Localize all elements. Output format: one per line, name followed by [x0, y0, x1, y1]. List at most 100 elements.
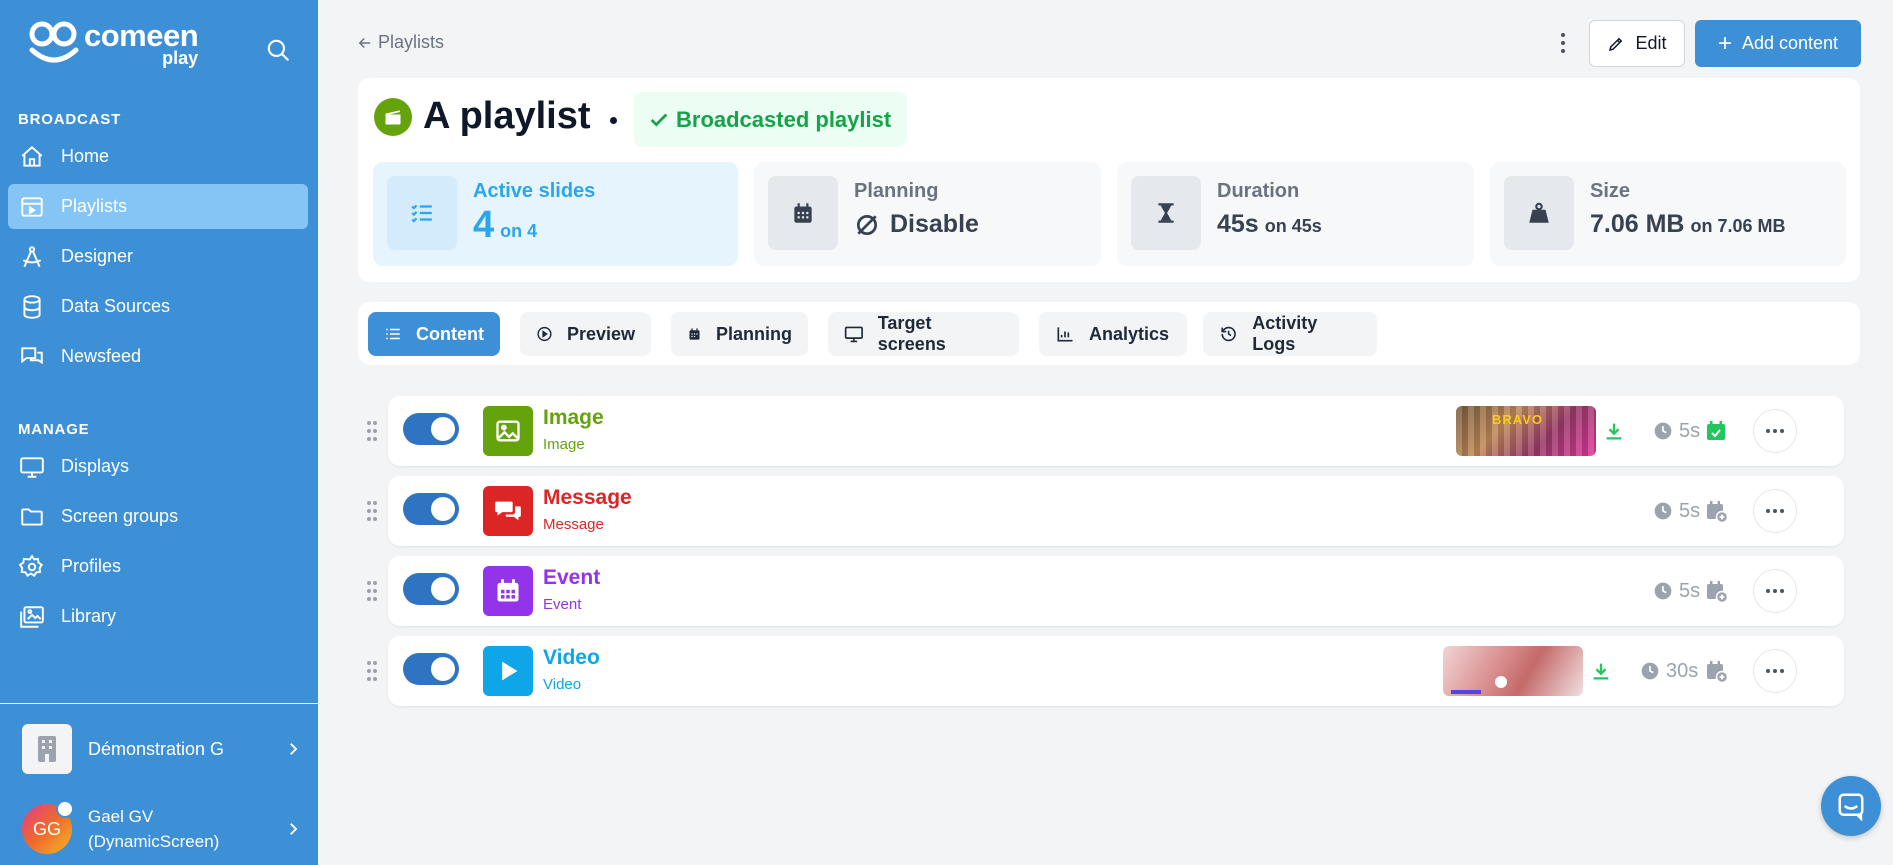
slide-row[interactable]: Event Event 5s	[358, 556, 1844, 626]
sidebar-item-displays[interactable]: Displays	[8, 444, 308, 489]
download-icon[interactable]	[1590, 660, 1612, 682]
status-badge: Broadcasted playlist	[634, 92, 908, 147]
slide-toggle[interactable]	[403, 573, 459, 605]
tab-label: Analytics	[1089, 323, 1170, 344]
add-label: Add content	[1741, 33, 1839, 53]
sidebar-item-designer[interactable]: Designer	[8, 234, 308, 279]
slide-row[interactable]: Message Message 5s	[358, 476, 1844, 546]
section-manage: MANAGE	[18, 421, 90, 438]
avatar-initials: GG	[32, 818, 61, 839]
tab-target-screens[interactable]: Target screens	[828, 312, 1019, 356]
slide-type: Message	[543, 516, 604, 533]
slide-toggle[interactable]	[403, 493, 459, 525]
organization-name: Démonstration G	[88, 738, 225, 759]
database-icon	[23, 294, 41, 319]
sidebar-item-profiles[interactable]: Profiles	[8, 544, 308, 589]
sidebar-item-newsfeed[interactable]: Newsfeed	[8, 334, 308, 379]
calendar-icon	[689, 328, 700, 340]
stat-label: Planning	[854, 180, 939, 202]
sidebar-item-playlists[interactable]: Playlists	[8, 184, 308, 229]
thumbnail-text: BRAVO	[1492, 412, 1543, 427]
drag-handle-icon[interactable]	[366, 580, 378, 602]
download-icon[interactable]	[1603, 420, 1625, 442]
slide-more-button[interactable]	[1753, 489, 1797, 533]
slide-card: Event Event 5s	[388, 556, 1844, 626]
user-company: (DynamicScreen)	[88, 832, 220, 851]
slide-duration: 5s	[1653, 576, 1700, 606]
slide-duration: 30s	[1640, 656, 1698, 686]
building-icon	[22, 724, 72, 774]
drag-handle-icon[interactable]	[366, 660, 378, 682]
slide-more-button[interactable]	[1753, 409, 1797, 453]
badge-icon	[56, 800, 74, 818]
calendar-plus-icon[interactable]	[1704, 499, 1728, 523]
add-content-button[interactable]: + Add content	[1695, 20, 1861, 67]
back-link[interactable]: Playlists	[356, 32, 444, 53]
section-broadcast: BROADCAST	[18, 111, 122, 128]
slide-toggle[interactable]	[403, 413, 459, 445]
user-menu[interactable]: GG Gael GV (DynamicScreen)	[22, 800, 302, 854]
sidebar-item-data-sources[interactable]: Data Sources	[8, 284, 308, 329]
sidebar-item-screen-groups[interactable]: Screen groups	[8, 494, 308, 539]
tab-preview[interactable]: Preview	[520, 312, 651, 356]
chevron-right-icon	[290, 743, 298, 755]
gear-icon	[19, 553, 44, 577]
stat-sub: on 7.06 MB	[1690, 216, 1786, 236]
arrow-left-icon	[358, 37, 371, 48]
stat-label: Duration	[1217, 180, 1300, 202]
more-options-button[interactable]	[1553, 30, 1573, 56]
drag-handle-icon[interactable]	[366, 500, 378, 522]
stat-value: 4	[473, 204, 495, 246]
clock-icon	[1654, 422, 1672, 440]
disabled-icon	[856, 214, 878, 235]
calendar-check-icon[interactable]	[1704, 419, 1728, 443]
sidebar-item-label: Screen groups	[61, 506, 179, 526]
stat-value: Disable	[890, 210, 979, 238]
search-icon[interactable]	[265, 37, 291, 63]
brand-logo[interactable]: comeen play	[28, 20, 199, 68]
duration-value: 5s	[1679, 579, 1701, 602]
tab-activity-logs[interactable]: Activity Logs	[1203, 312, 1377, 356]
tab-content[interactable]: Content	[368, 312, 500, 356]
stat-value: 7.06 MB	[1590, 210, 1685, 238]
organization-switcher[interactable]: Démonstration G	[22, 724, 302, 774]
slide-row[interactable]: Video Video 30s	[358, 636, 1844, 706]
comeen-logo-icon	[29, 21, 79, 63]
slide-thumbnail[interactable]	[1443, 646, 1583, 696]
drag-handle-icon[interactable]	[366, 420, 378, 442]
chat-widget-button[interactable]	[1821, 776, 1881, 836]
slide-more-button[interactable]	[1753, 649, 1797, 693]
slide-row[interactable]: Image Image BRAVO 5s	[358, 396, 1844, 466]
check-icon	[650, 113, 668, 127]
sidebar-item-label: Profiles	[61, 556, 122, 576]
calendar-plus-icon[interactable]	[1704, 659, 1728, 683]
images-icon	[20, 605, 44, 628]
slide-title: Event	[543, 566, 601, 589]
slide-toggle[interactable]	[403, 653, 459, 685]
stat-value: 45s	[1217, 210, 1259, 238]
home-icon	[21, 145, 43, 167]
stat-sub: on 4	[500, 221, 538, 241]
stat-sub: on 45s	[1264, 216, 1322, 236]
calendar-plus-icon[interactable]	[1704, 579, 1728, 603]
chart-icon	[1057, 327, 1073, 342]
sidebar-item-label: Designer	[61, 246, 134, 266]
hourglass-icon	[1131, 176, 1201, 250]
avatar: GG	[22, 800, 74, 854]
tab-planning[interactable]: Planning	[671, 312, 808, 356]
slide-more-button[interactable]	[1753, 569, 1797, 613]
slide-type: Video	[543, 676, 582, 693]
sidebar-item-home[interactable]: Home	[8, 134, 308, 179]
slide-thumbnail[interactable]: BRAVO	[1456, 406, 1596, 456]
chat-icon	[1838, 793, 1864, 821]
edit-button[interactable]: Edit	[1589, 20, 1685, 67]
sidebar-item-label: Library	[61, 606, 117, 626]
image-icon	[483, 406, 533, 456]
edit-label: Edit	[1635, 33, 1667, 53]
monitor-icon	[844, 326, 863, 343]
tab-analytics[interactable]: Analytics	[1039, 312, 1187, 356]
sidebar-item-library[interactable]: Library	[8, 594, 308, 639]
sidebar-item-label: Displays	[61, 456, 130, 476]
stat-active-slides: Active slides 4 on 4	[373, 162, 738, 266]
history-icon	[1221, 326, 1236, 342]
